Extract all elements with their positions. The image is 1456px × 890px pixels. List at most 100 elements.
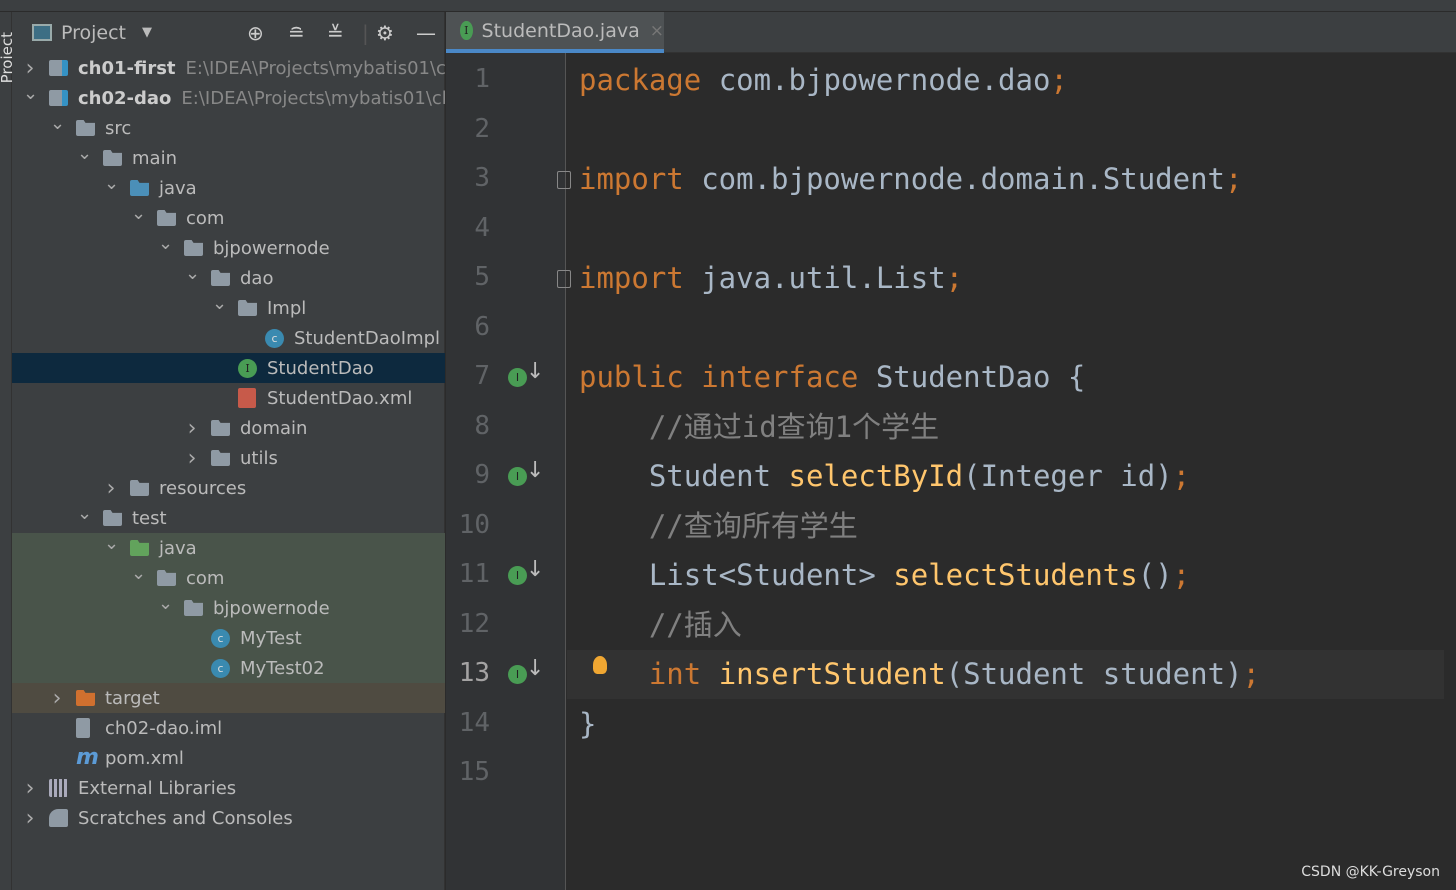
tree-item[interactable]: ⌄ com xyxy=(12,563,445,593)
tree-item[interactable]: I StudentDao xyxy=(12,353,445,383)
tree-item[interactable]: › target xyxy=(12,683,445,713)
code-line: int insertStudent(Student student); xyxy=(567,650,1444,699)
watermark: CSDN @KK-Greyson xyxy=(1301,864,1440,880)
tree-item[interactable]: › External Libraries xyxy=(12,773,445,803)
arrow-down-icon[interactable]: ↓ xyxy=(526,557,544,582)
code-token: import xyxy=(579,261,702,295)
tree-item-label: StudentDao xyxy=(267,357,374,379)
tree-item-label: java xyxy=(159,537,197,559)
tree-item-label: bjpowernode xyxy=(213,597,330,619)
excl-icon xyxy=(76,690,95,706)
tree-item-label: MyTest02 xyxy=(240,657,325,679)
chevron-right-icon[interactable]: › xyxy=(23,806,37,831)
tree-item[interactable]: › resources xyxy=(12,473,445,503)
expand-all-icon[interactable]: ≘ xyxy=(288,21,305,45)
tree-item[interactable]: ⌄ dao xyxy=(12,263,445,293)
tree-item[interactable]: StudentDao.xml xyxy=(12,383,445,413)
tab-label: StudentDao.java xyxy=(481,19,640,42)
line-number: 15 xyxy=(458,757,490,787)
tree-item[interactable]: ⌄ bjpowernode xyxy=(12,593,445,623)
tree-item[interactable]: c MyTest02 xyxy=(12,653,445,683)
locate-icon[interactable]: ⊕ xyxy=(247,21,264,45)
chevron-down-icon[interactable]: ▼ xyxy=(142,25,152,40)
chevron-down-icon[interactable]: ⌄ xyxy=(131,563,146,584)
tree-item-label: utils xyxy=(240,447,278,469)
tree-item[interactable]: ⌄ ch02-dao E:\IDEA\Projects\mybatis01\ch02 xyxy=(12,83,445,113)
src-icon xyxy=(130,180,149,196)
code-token: (Integer id) xyxy=(963,459,1173,493)
chevron-down-icon[interactable]: ⌄ xyxy=(185,263,200,284)
code-token: //通过id查询1个学生 xyxy=(579,409,940,444)
chevron-down-icon[interactable]: ⌄ xyxy=(50,113,65,134)
tree-item[interactable]: ⌄ java xyxy=(12,533,445,563)
tree-item[interactable]: ⌄ com xyxy=(12,203,445,233)
arrow-down-icon[interactable]: ↓ xyxy=(526,359,544,384)
line-number: 7 xyxy=(474,361,490,391)
tree-item[interactable]: m pom.xml xyxy=(12,743,445,773)
tree-item-label: StudentDaoImpl xyxy=(294,327,441,349)
tree-item[interactable]: › utils xyxy=(12,443,445,473)
chevron-down-icon[interactable]: ⌄ xyxy=(212,293,227,314)
chevron-down-icon[interactable]: ⌄ xyxy=(158,233,173,254)
tree-item-label: resources xyxy=(159,477,247,499)
line-number: 9 xyxy=(474,460,490,490)
collapse-all-icon[interactable]: ≚ xyxy=(327,21,344,45)
chevron-down-icon[interactable]: ⌄ xyxy=(104,533,119,554)
intf-icon: I xyxy=(238,358,257,378)
project-view-selector[interactable]: Project xyxy=(61,22,126,44)
code-line: package com.bjpowernode.dao; xyxy=(579,56,1456,105)
lightbulb-icon[interactable] xyxy=(593,656,607,674)
tree-item-text: utils xyxy=(240,448,278,469)
code-token: ; xyxy=(1050,63,1068,97)
tree-item[interactable]: ⌄ src xyxy=(12,113,445,143)
pkg-icon xyxy=(211,270,230,286)
implemented-icon[interactable]: I xyxy=(508,467,527,486)
chevron-down-icon[interactable]: ⌄ xyxy=(77,503,92,524)
editor-tab-bar: I StudentDao.java × xyxy=(446,12,1456,53)
tree-item[interactable]: ⌄ java xyxy=(12,173,445,203)
code-editor[interactable]: package com.bjpowernode.dao; import com.b… xyxy=(567,53,1456,890)
chevron-right-icon[interactable]: › xyxy=(50,686,64,711)
chevron-down-icon[interactable]: ⌄ xyxy=(77,143,92,164)
gear-icon[interactable]: ⚙ xyxy=(376,21,394,45)
code-token: (Student student) xyxy=(945,657,1243,691)
implemented-icon[interactable]: I xyxy=(508,665,527,684)
tree-item[interactable]: ⌄ main xyxy=(12,143,445,173)
tree-item[interactable]: c StudentDaoImpl xyxy=(12,323,445,353)
arrow-down-icon[interactable]: ↓ xyxy=(526,458,544,483)
code-line: import java.util.List; xyxy=(579,254,1456,303)
code-line: Student selectById(Integer id); xyxy=(579,452,1456,501)
code-token: List<Student> xyxy=(579,558,894,592)
implemented-icon[interactable]: I xyxy=(508,566,527,585)
tree-item-label: Impl xyxy=(267,297,307,319)
code-token: public interface xyxy=(579,360,876,394)
chevron-right-icon[interactable]: › xyxy=(185,446,199,471)
tree-item[interactable]: ch02-dao.iml xyxy=(12,713,445,743)
chevron-right-icon[interactable]: › xyxy=(185,416,199,441)
close-icon[interactable]: × xyxy=(650,21,664,41)
tree-item[interactable]: ⌄ bjpowernode xyxy=(12,233,445,263)
code-line: List<Student> selectStudents(); xyxy=(579,551,1456,600)
line-number: 8 xyxy=(474,410,490,441)
chevron-down-icon[interactable]: ⌄ xyxy=(131,203,146,224)
tree-item[interactable]: › domain xyxy=(12,413,445,443)
chevron-down-icon[interactable]: ⌄ xyxy=(158,593,173,614)
implemented-icon[interactable]: I xyxy=(508,368,527,387)
tree-item[interactable]: › Scratches and Consoles xyxy=(12,803,445,833)
tree-item[interactable]: ⌄ Impl xyxy=(12,293,445,323)
tree-item-text: dao xyxy=(240,268,273,289)
arrow-down-icon[interactable]: ↓ xyxy=(526,656,544,681)
tree-item-text: StudentDaoImpl xyxy=(294,328,440,349)
chevron-down-icon[interactable]: ⌄ xyxy=(23,83,38,104)
chevron-right-icon[interactable]: › xyxy=(23,56,37,81)
minimize-icon[interactable]: — xyxy=(416,21,436,45)
tree-item[interactable]: c MyTest xyxy=(12,623,445,653)
tree-item[interactable]: › ch01-first E:\IDEA\Projects\mybatis01\ch… xyxy=(12,53,445,83)
chevron-down-icon[interactable]: ⌄ xyxy=(104,173,119,194)
tree-item-label: java xyxy=(159,177,197,199)
tree-item[interactable]: ⌄ test xyxy=(12,503,445,533)
chevron-right-icon[interactable]: › xyxy=(23,776,37,801)
tab-studentdao-java[interactable]: I StudentDao.java × xyxy=(446,12,664,53)
code-token: //查询所有学生 xyxy=(579,508,858,543)
chevron-right-icon[interactable]: › xyxy=(104,476,118,501)
